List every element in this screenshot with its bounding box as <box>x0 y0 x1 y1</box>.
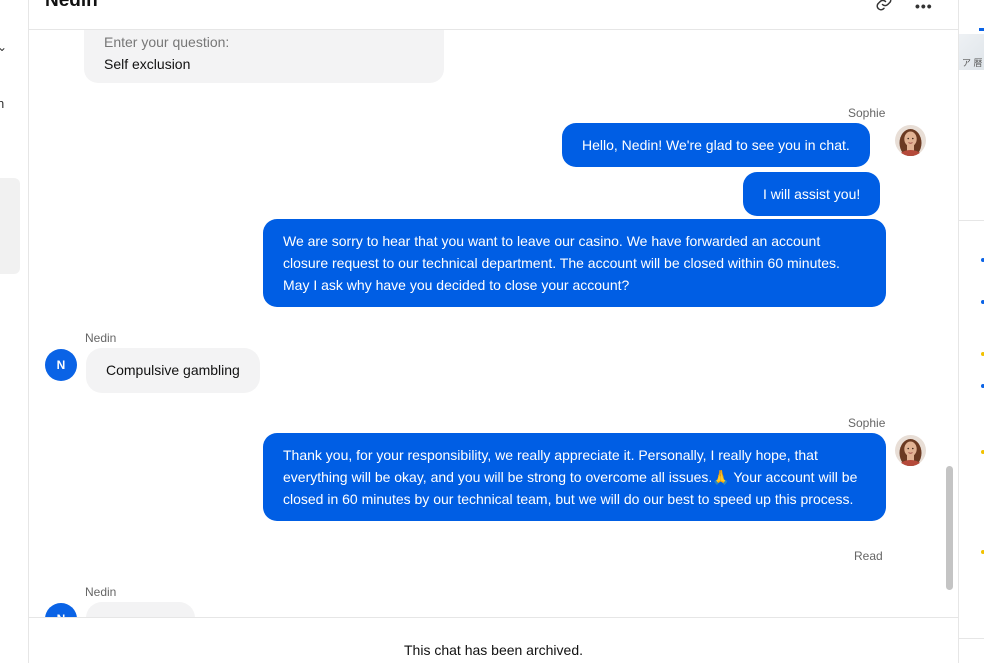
visitor-avatar: N <box>45 349 77 381</box>
thread-scrollbar[interactable] <box>946 466 953 590</box>
agent-message-bubble: Thank you, for your responsibility, we r… <box>263 433 886 521</box>
agent-avatar <box>895 125 926 156</box>
chat-panel: Nedin ••• Enter your question: Self excl… <box>29 0 958 663</box>
form-question-label: Enter your question: <box>104 34 230 50</box>
message-sender: Nedin <box>85 585 117 599</box>
prechat-form-card: Enter your question: Self exclusion <box>84 30 444 83</box>
map-thumbnail[interactable]: ア 暦 <box>959 34 984 70</box>
archived-notice: This chat has been archived. <box>404 642 583 658</box>
chat-title: Nedin <box>45 0 98 11</box>
right-sidebar: ア 暦 <box>958 0 984 663</box>
visitor-message-bubble <box>86 602 195 617</box>
map-thumbnail-text: ア 暦 <box>962 58 983 68</box>
chat-header: Nedin ••• <box>29 0 958 30</box>
more-horizontal-icon[interactable]: ••• <box>915 0 933 14</box>
link-icon[interactable] <box>875 0 893 12</box>
agent-message-bubble: Hello, Nedin! We're glad to see you in c… <box>562 123 870 167</box>
left-sidebar: ⌄ n <box>0 0 29 663</box>
form-question-value: Self exclusion <box>104 56 191 72</box>
agent-message-bubble: I will assist you! <box>743 172 881 216</box>
message-sender: Sophie <box>848 416 886 430</box>
visitor-message-bubble: Compulsive gambling <box>86 348 260 393</box>
divider <box>959 220 984 221</box>
chevron-down-icon[interactable]: ⌄ <box>0 40 7 54</box>
read-receipt: Read <box>854 549 883 563</box>
chat-footer: This chat has been archived. <box>29 617 958 663</box>
agent-message-bubble: We are sorry to hear that you want to le… <box>263 219 886 307</box>
message-sender: Nedin <box>85 331 117 345</box>
visitor-avatar: N <box>45 603 77 617</box>
sidebar-partial-text: n <box>0 96 5 111</box>
agent-avatar <box>895 435 926 466</box>
message-thread[interactable]: Enter your question: Self exclusion Soph… <box>29 30 958 617</box>
divider <box>959 638 984 639</box>
message-sender: Sophie <box>848 106 886 120</box>
active-tab-indicator <box>979 28 984 31</box>
sidebar-selected-item[interactable] <box>0 178 20 274</box>
